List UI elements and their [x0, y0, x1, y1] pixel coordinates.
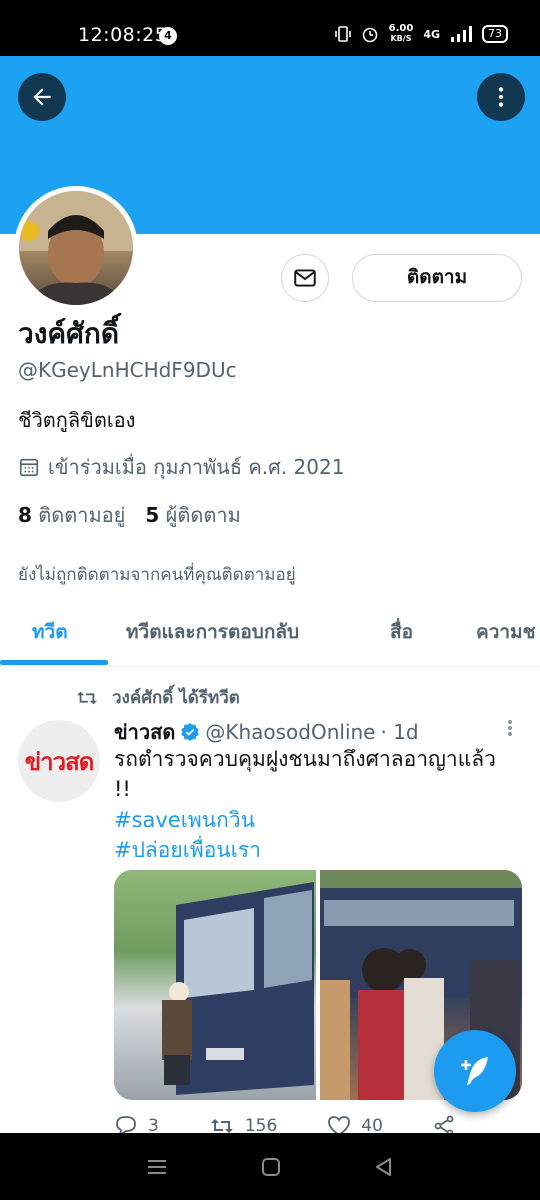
- recent-apps-icon[interactable]: [146, 1158, 168, 1176]
- profile-bio: ชีวิตกูลิขิตเอง: [18, 408, 136, 432]
- arrow-left-icon: [33, 88, 51, 106]
- mail-icon: [294, 269, 316, 287]
- joined-date: เข้าร่วมเมื่อ กุมภาพันธ์ ค.ศ. 2021: [18, 451, 344, 483]
- notification-count-badge: 4: [159, 27, 177, 45]
- tab-tweets-replies[interactable]: ทวีตและการตอบกลับ: [126, 605, 299, 666]
- profile-avatar[interactable]: [14, 186, 138, 310]
- follow-stats: 8 ติดตามอยู่ 5 ผู้ติดตาม: [18, 499, 241, 531]
- tab-likes[interactable]: ความช: [476, 605, 535, 666]
- compose-feather-icon: [461, 1057, 488, 1085]
- more-vertical-icon: [498, 87, 504, 107]
- tab-tweets[interactable]: ทวีต: [32, 605, 68, 666]
- avatar-illustration: [19, 191, 133, 305]
- status-time: 12:08:25: [78, 24, 168, 46]
- hashtag-link[interactable]: #ปล่อยเพื่อนเรา: [114, 834, 261, 867]
- vibrate-icon: [334, 26, 351, 42]
- verified-badge-icon: [181, 722, 200, 742]
- retweet-context[interactable]: วงค์ศักดิ์ ได้รีทวีต: [76, 684, 240, 711]
- back-button[interactable]: [18, 73, 66, 121]
- tweet-time: · 1d: [380, 720, 419, 744]
- avatar-image: [19, 191, 133, 305]
- retweet-context-text: วงค์ศักดิ์ ได้รีทวีต: [112, 688, 240, 708]
- avatar-logo-text: ข่าวสด: [24, 747, 95, 776]
- hashtag-link[interactable]: #saveเพนกวิน: [114, 804, 255, 837]
- tab-media[interactable]: สื่อ: [390, 605, 413, 666]
- compose-tweet-button[interactable]: [434, 1030, 516, 1112]
- message-button[interactable]: [281, 254, 329, 302]
- tweet-more-button[interactable]: [500, 716, 520, 744]
- system-nav-bar: [0, 1133, 540, 1200]
- active-tab-indicator: [0, 660, 108, 665]
- network-type: 4G: [423, 27, 440, 41]
- tweet-text: รถตำรวจควบคุมฝูงชนมาถึงศาลอาญาแล้ว !!: [114, 747, 496, 801]
- profile-handle: @KGeyLnHCHdF9DUc: [18, 358, 237, 382]
- status-icons: 6.00 KB/S 4G 73: [334, 23, 508, 44]
- home-icon[interactable]: [261, 1157, 281, 1177]
- follow-button[interactable]: ติดตาม: [352, 254, 522, 302]
- more-vertical-icon: [508, 720, 512, 736]
- tweet-image[interactable]: [114, 870, 316, 1100]
- network-speed: 6.00 KB/S: [388, 23, 414, 44]
- back-nav-icon[interactable]: [374, 1157, 394, 1177]
- more-options-button[interactable]: [477, 73, 525, 121]
- calendar-icon: [19, 458, 39, 477]
- tweet-author-avatar[interactable]: ข่าวสด: [18, 720, 100, 802]
- tweet-author-handle[interactable]: @KhaosodOnline: [205, 720, 375, 744]
- bus-photo-illustration: [162, 882, 314, 1095]
- not-followed-note: ยังไม่ถูกติดตามจากคนที่คุณติดตามอยู่: [18, 565, 296, 585]
- signal-icon: [451, 26, 472, 42]
- retweet-icon: [76, 691, 98, 704]
- followers-link[interactable]: 5 ผู้ติดตาม: [145, 499, 240, 531]
- profile-tabs: ทวีต ทวีตและการตอบกลับ สื่อ ความช: [0, 605, 540, 667]
- battery-indicator: 73: [482, 25, 508, 43]
- alarm-icon: [362, 27, 377, 43]
- joined-date-text: เข้าร่วมเมื่อ กุมภาพันธ์ ค.ศ. 2021: [48, 455, 345, 479]
- status-bar: 12:08:25 4 6.00 KB/S 4G 73: [0, 0, 540, 56]
- following-link[interactable]: 8 ติดตามอยู่: [18, 499, 125, 531]
- profile-display-name: วงค์ศักดิ์: [18, 317, 120, 350]
